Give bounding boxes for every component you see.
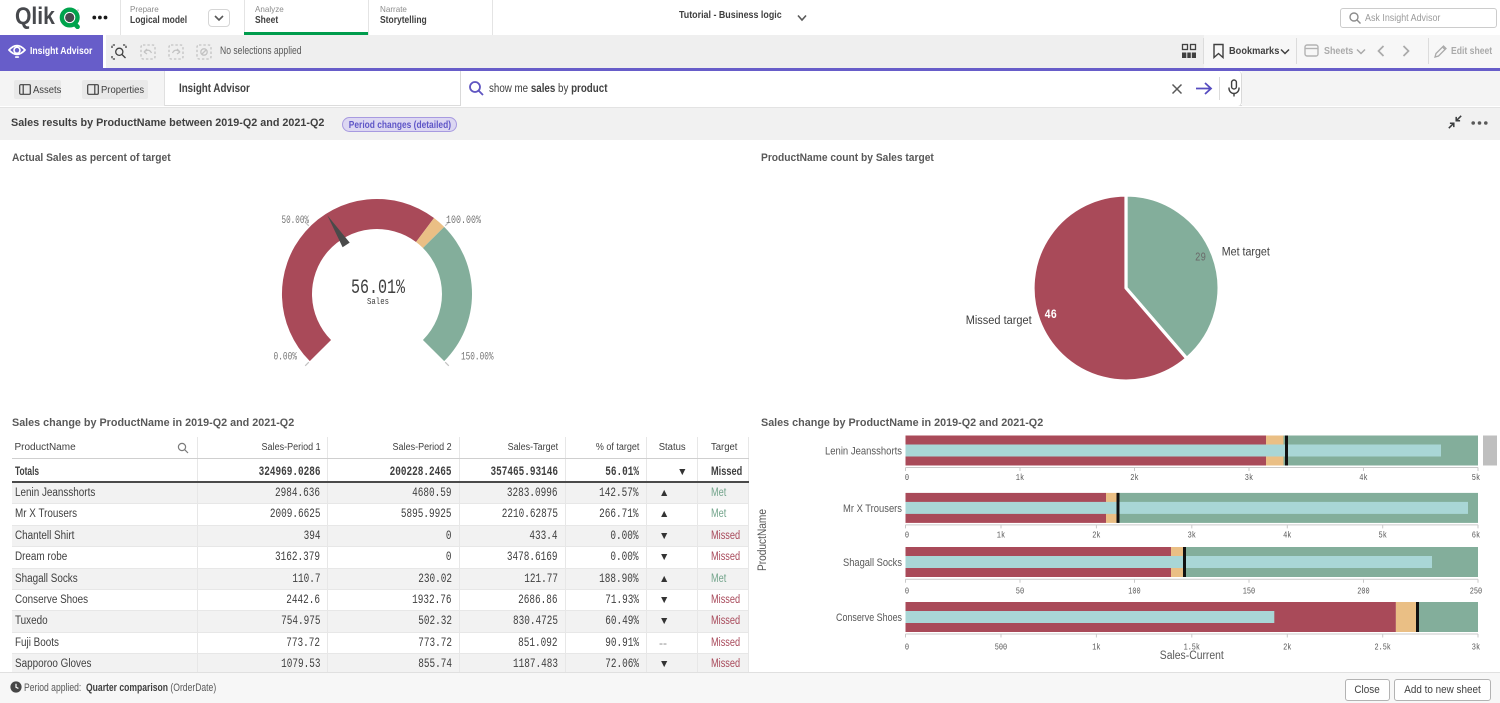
- svg-text:50: 50: [1016, 586, 1025, 597]
- svg-text:100: 100: [1128, 586, 1141, 597]
- svg-text:6k: 6k: [1472, 530, 1481, 541]
- svg-text:Sales: Sales: [367, 296, 389, 307]
- svg-text:2k: 2k: [1283, 642, 1292, 653]
- svg-text:4k: 4k: [1359, 472, 1368, 483]
- svg-text:Shagall Socks: Shagall Socks: [843, 557, 902, 569]
- svg-text:46: 46: [1044, 307, 1057, 322]
- svg-text:150.00%: 150.00%: [461, 352, 494, 364]
- svg-text:2.5k: 2.5k: [1375, 642, 1392, 653]
- svg-text:250: 250: [1470, 586, 1483, 597]
- svg-text:2k: 2k: [1130, 472, 1139, 483]
- svg-text:100.00%: 100.00%: [446, 215, 481, 227]
- svg-text:0: 0: [905, 472, 909, 483]
- svg-text:150: 150: [1243, 586, 1256, 597]
- svg-text:ProductName: ProductName: [757, 509, 769, 571]
- svg-text:Conserve Shoes: Conserve Shoes: [836, 612, 902, 624]
- svg-text:50.00%: 50.00%: [282, 215, 310, 227]
- svg-text:0.00%: 0.00%: [274, 352, 298, 364]
- svg-text:3k: 3k: [1472, 642, 1481, 653]
- svg-text:4k: 4k: [1283, 530, 1292, 541]
- svg-text:200: 200: [1357, 586, 1370, 597]
- svg-text:5k: 5k: [1379, 530, 1388, 541]
- svg-text:3k: 3k: [1188, 530, 1197, 541]
- svg-text:Sales-Current: Sales-Current: [1160, 650, 1225, 662]
- svg-text:2k: 2k: [1092, 530, 1101, 541]
- svg-text:0: 0: [905, 586, 909, 597]
- svg-text:5k: 5k: [1472, 472, 1481, 483]
- svg-text:Missed target: Missed target: [966, 315, 1033, 327]
- svg-text:1k: 1k: [1092, 642, 1101, 653]
- svg-text:1k: 1k: [997, 530, 1006, 541]
- svg-text:0: 0: [905, 642, 909, 653]
- svg-text:3k: 3k: [1245, 472, 1254, 483]
- svg-text:29: 29: [1195, 252, 1206, 265]
- svg-text:1k: 1k: [1016, 472, 1025, 483]
- svg-text:500: 500: [995, 642, 1008, 653]
- svg-text:Met target: Met target: [1222, 247, 1271, 259]
- svg-text:Lenin Jeansshorts: Lenin Jeansshorts: [825, 446, 902, 458]
- svg-text:0: 0: [905, 530, 909, 541]
- svg-text:Mr X Trousers: Mr X Trousers: [843, 503, 902, 515]
